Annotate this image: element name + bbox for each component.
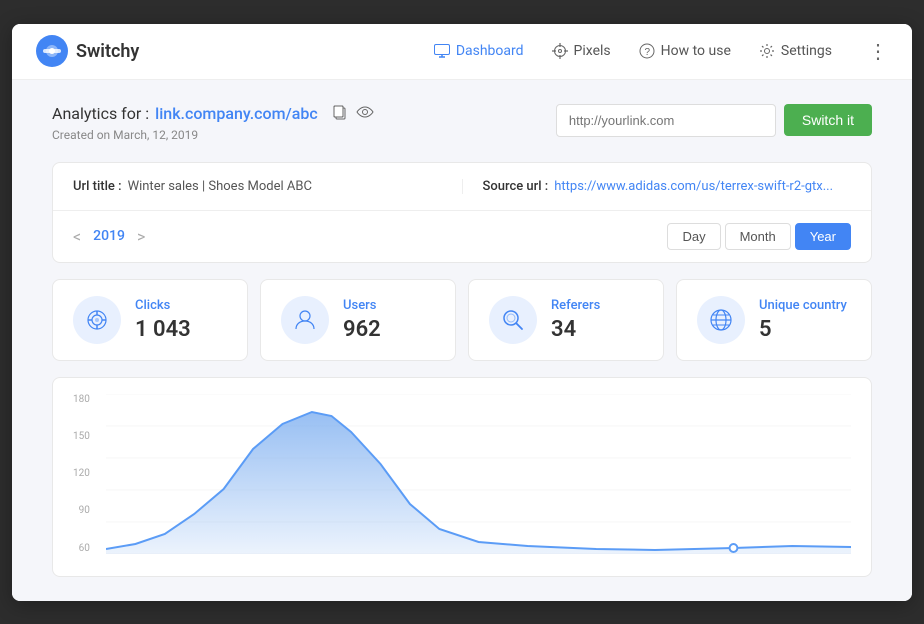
unique-country-label: Unique country xyxy=(759,298,847,313)
month-filter-button[interactable]: Month xyxy=(725,223,791,250)
chart-container-row: 180 150 120 90 60 xyxy=(73,394,851,554)
users-icon-wrap xyxy=(281,296,329,344)
users-info: Users 962 xyxy=(343,298,381,342)
clicks-info: Clicks 1 043 xyxy=(135,298,191,342)
monitor-icon xyxy=(434,44,450,58)
nav-items: Dashboard Pixels ? How to use Settings ⋮ xyxy=(434,39,888,63)
stat-card-referers: Referers 34 xyxy=(468,279,664,361)
url-input[interactable] xyxy=(556,104,776,137)
stat-card-clicks: Clicks 1 043 xyxy=(52,279,248,361)
stats-grid: Clicks 1 043 Users 962 xyxy=(52,279,872,361)
y-label-60: 60 xyxy=(79,543,90,554)
users-value: 962 xyxy=(343,317,381,342)
referers-value: 34 xyxy=(551,317,600,342)
year-value: 2019 xyxy=(93,228,125,244)
info-card-row: Url title : Winter sales | Shoes Model A… xyxy=(53,163,871,210)
analytics-link[interactable]: link.company.com/abc xyxy=(155,104,318,123)
navbar: Switchy Dashboard Pixels ? How to use Se… xyxy=(12,24,912,80)
referers-icon-wrap xyxy=(489,296,537,344)
users-label: Users xyxy=(343,298,381,313)
analytics-info: Analytics for : link.company.com/abc Cre… xyxy=(52,104,374,142)
main-content: Analytics for : link.company.com/abc Cre… xyxy=(12,80,912,601)
nav-settings[interactable]: Settings xyxy=(759,43,832,59)
next-year-button[interactable]: > xyxy=(137,227,145,246)
help-icon: ? xyxy=(639,43,655,59)
chart-card: 180 150 120 90 60 xyxy=(52,377,872,577)
eye-icon[interactable] xyxy=(356,104,374,124)
cursor-icon xyxy=(84,307,110,333)
analytics-header: Analytics for : link.company.com/abc Cre… xyxy=(52,104,872,142)
nav-pixels[interactable]: Pixels xyxy=(552,43,611,59)
logo-area: Switchy xyxy=(36,35,139,67)
created-date: Created on March, 12, 2019 xyxy=(52,128,374,142)
unique-country-icon-wrap xyxy=(697,296,745,344)
source-url-label: Source url : xyxy=(483,179,549,194)
header-icons xyxy=(332,104,374,124)
stat-card-users: Users 962 xyxy=(260,279,456,361)
globe-icon xyxy=(708,307,734,333)
gear-icon xyxy=(759,43,775,59)
referers-label: Referers xyxy=(551,298,600,313)
more-options-icon[interactable]: ⋮ xyxy=(868,39,888,63)
clicks-label: Clicks xyxy=(135,298,191,313)
url-title-value: Winter sales | Shoes Model ABC xyxy=(128,179,312,194)
y-label-90: 90 xyxy=(79,505,90,516)
y-label-120: 120 xyxy=(73,468,90,479)
switch-button[interactable]: Switch it xyxy=(784,104,872,136)
y-label-150: 150 xyxy=(73,431,90,442)
switch-area: Switch it xyxy=(556,104,872,137)
unique-country-value: 5 xyxy=(759,317,847,342)
url-title-item: Url title : Winter sales | Shoes Model A… xyxy=(73,179,463,194)
nav-how-to-use[interactable]: ? How to use xyxy=(639,43,731,59)
logo-icon xyxy=(36,35,68,67)
user-icon xyxy=(292,307,318,333)
chart-svg xyxy=(106,394,851,554)
nav-dashboard[interactable]: Dashboard xyxy=(434,43,524,59)
referers-info: Referers 34 xyxy=(551,298,600,342)
year-filter-button[interactable]: Year xyxy=(795,223,851,250)
unique-country-info: Unique country 5 xyxy=(759,298,847,342)
source-url-link[interactable]: https://www.adidas.com/us/terrex-swift-r… xyxy=(554,179,833,194)
chart-area xyxy=(106,394,851,554)
year-nav: < 2019 > xyxy=(73,227,145,246)
pixels-icon xyxy=(552,43,568,59)
copy-icon[interactable] xyxy=(332,104,348,124)
analytics-title: Analytics for : xyxy=(52,104,149,123)
source-url-item: Source url : https://www.adidas.com/us/t… xyxy=(483,179,852,194)
url-title-label: Url title : xyxy=(73,179,122,194)
clicks-value: 1 043 xyxy=(135,317,191,342)
svg-text:?: ? xyxy=(644,47,650,58)
prev-year-button[interactable]: < xyxy=(73,227,81,246)
app-name: Switchy xyxy=(76,41,139,62)
y-label-180: 180 xyxy=(73,394,90,405)
clicks-icon-wrap xyxy=(73,296,121,344)
info-card: Url title : Winter sales | Shoes Model A… xyxy=(52,162,872,263)
filter-row: < 2019 > Day Month Year xyxy=(53,210,871,262)
day-filter-button[interactable]: Day xyxy=(667,223,720,250)
chart-y-axis: 180 150 120 90 60 xyxy=(73,394,98,554)
search-icon xyxy=(500,307,526,333)
stat-card-unique-country: Unique country 5 xyxy=(676,279,872,361)
filter-buttons: Day Month Year xyxy=(667,223,851,250)
